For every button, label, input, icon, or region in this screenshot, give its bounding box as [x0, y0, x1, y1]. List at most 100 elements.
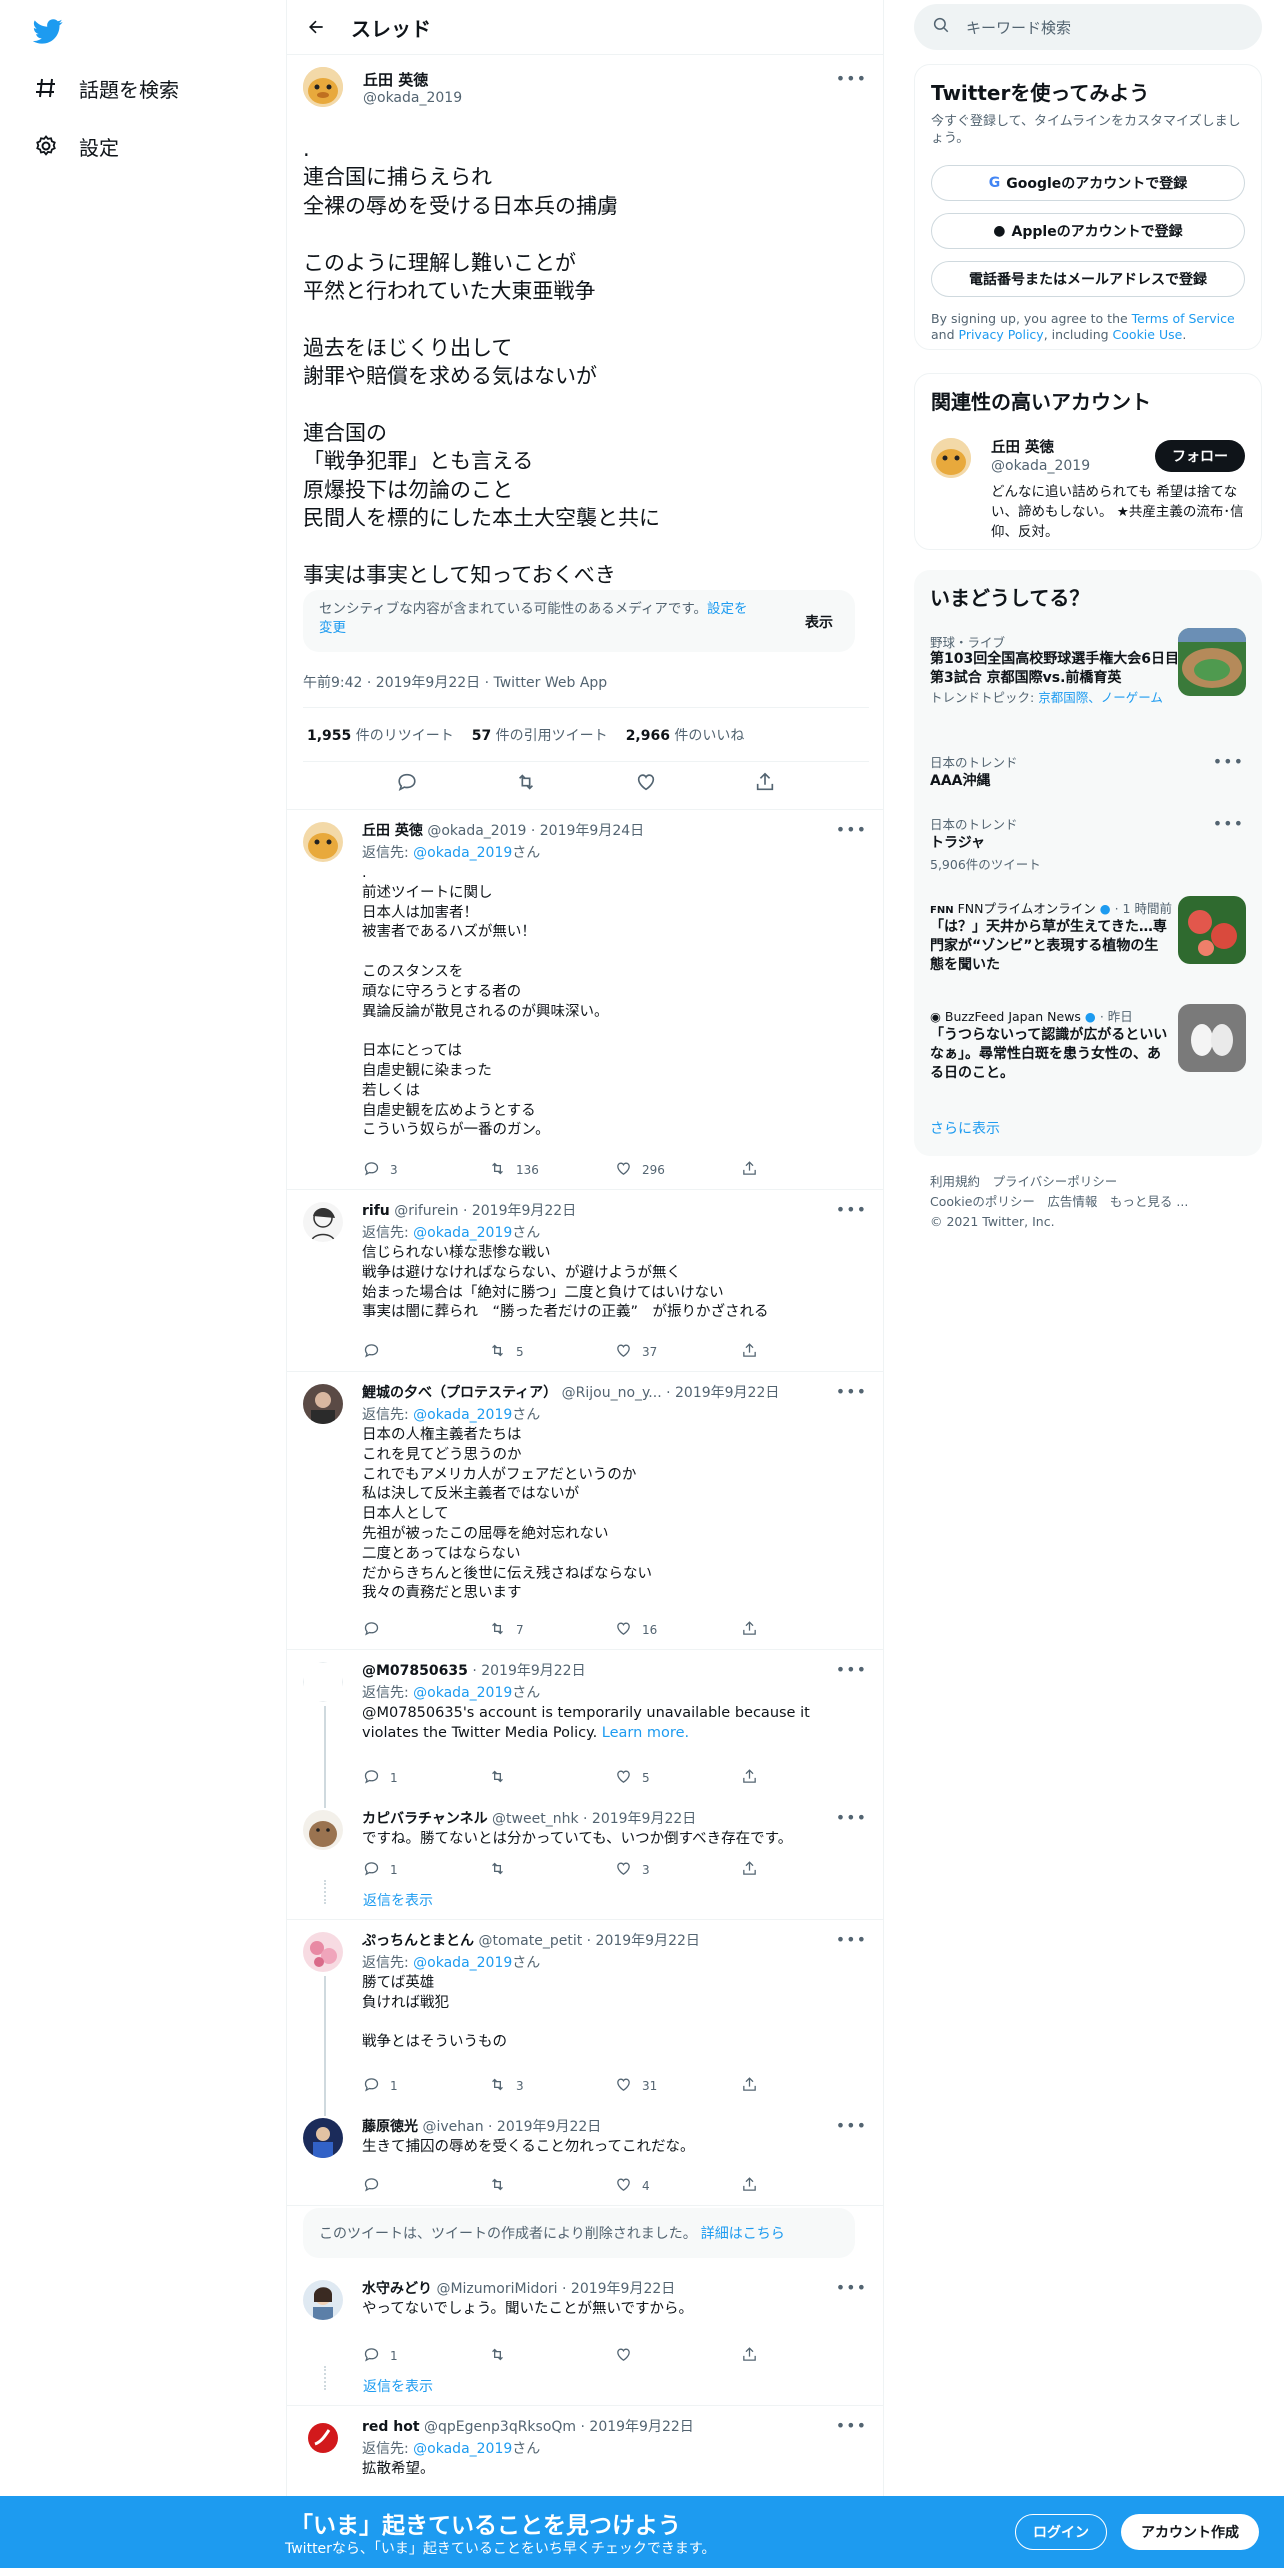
like-button[interactable]: 37	[615, 1342, 741, 1362]
share-button[interactable]	[741, 2076, 867, 2096]
more-options-icon[interactable]: •••	[836, 1808, 867, 1827]
apple-signup-button[interactable]: ● Appleのアカウントで登録	[931, 213, 1245, 249]
reply-author-name[interactable]: 丘田 英徳	[362, 823, 423, 839]
more-options-icon[interactable]: •••	[836, 2116, 867, 2135]
avatar[interactable]	[303, 1932, 343, 1972]
reply-tweet[interactable]: rifu @rifurein · 2019年9月22日 返信先: @okada_2…	[287, 1190, 883, 1372]
avatar[interactable]	[303, 1384, 343, 1424]
reply-tweet[interactable]: 丘田 英徳 @okada_2019 · 2019年9月24日 返信先: @okad…	[287, 810, 883, 1190]
retweet-button[interactable]: 7	[489, 1620, 615, 1640]
learn-more-link[interactable]: Learn more.	[602, 1725, 689, 1741]
more-options-icon[interactable]: •••	[836, 820, 867, 839]
retweet-button[interactable]	[489, 2346, 615, 2366]
reply-tweet[interactable]: 水守みどり @MizumoriMidori · 2019年9月22日 やってないで…	[287, 2268, 883, 2406]
reply-author-handle[interactable]: @tweet_nhk · 2019年9月22日	[492, 1811, 696, 1827]
retweet-button[interactable]: 5	[489, 1342, 615, 1362]
like-button[interactable]: 16	[615, 1620, 741, 1640]
login-button[interactable]: ログイン	[1015, 2514, 1107, 2550]
more-options-icon[interactable]: •••	[836, 69, 867, 88]
share-button[interactable]	[741, 1160, 867, 1180]
show-replies-link[interactable]: 返信を表示	[363, 2376, 433, 2396]
like-button[interactable]: 296	[615, 1160, 741, 1180]
trend-item[interactable]: 野球・ライブ 第103回全国高校野球選手権大会6日目 第3試合 京都国際vs.前…	[914, 628, 1262, 738]
reply-button[interactable]: 1	[363, 2346, 489, 2366]
back-arrow-icon[interactable]	[303, 14, 329, 40]
more-options-icon[interactable]: •••	[836, 1930, 867, 1949]
reply-tweet[interactable]: ぷっちんとまとん @tomate_petit · 2019年9月22日 返信先: …	[287, 1920, 883, 2106]
create-account-button[interactable]: アカウント作成	[1121, 2514, 1259, 2550]
tweet-meta[interactable]: 午前9:42 · 2019年9月22日 · Twitter Web App	[303, 672, 607, 692]
reply-tweet[interactable]: 鯉城の夕べ（プロテスティア） @Rijou_no_y... · 2019年9月2…	[287, 1372, 883, 1650]
author-name[interactable]: 丘田 英徳	[363, 69, 428, 90]
reply-button[interactable]	[363, 2176, 489, 2196]
reply-author-name[interactable]: ぷっちんとまとん	[362, 1933, 474, 1949]
reply-tweet[interactable]: @M07850635 · 2019年9月22日 返信先: @okada_2019さ…	[287, 1650, 883, 1798]
reply-author-handle[interactable]: @ivehan · 2019年9月22日	[422, 2119, 601, 2135]
reply-to-link[interactable]: @okada_2019	[413, 2441, 512, 2457]
avatar[interactable]	[303, 2118, 343, 2158]
retweet-button[interactable]: 3	[489, 2076, 615, 2096]
share-button[interactable]	[741, 2346, 867, 2366]
reply-icon[interactable]	[396, 771, 418, 797]
follow-button[interactable]: フォロー	[1155, 440, 1245, 472]
author-handle[interactable]: @okada_2019	[363, 90, 462, 106]
like-count[interactable]: 2,966 件のいいね	[626, 725, 745, 745]
avatar[interactable]	[303, 2280, 343, 2320]
reply-tweet[interactable]: カピバラチャンネル @tweet_nhk · 2019年9月22日 ですね。勝てな…	[287, 1798, 883, 1920]
trend-topic-link[interactable]: 京都国際、ノーゲーム	[1038, 690, 1163, 705]
show-replies-link[interactable]: 返信を表示	[363, 1890, 433, 1910]
reply-author-name[interactable]: 藤原徳光	[362, 2119, 418, 2135]
nav-settings[interactable]: 設定	[33, 126, 119, 166]
reply-author-name[interactable]: rifu	[362, 1203, 390, 1219]
related-name[interactable]: 丘田 英徳	[991, 436, 1054, 457]
trend-item[interactable]: 日本のトレンド AAA沖縄 •••	[914, 748, 1262, 800]
share-button[interactable]	[741, 1768, 867, 1788]
like-button[interactable]	[615, 2346, 741, 2366]
terms-link[interactable]: Terms of Service	[1132, 311, 1235, 326]
retweet-button[interactable]	[489, 2176, 615, 2196]
reply-author-handle[interactable]: @rifurein · 2019年9月22日	[394, 1203, 576, 1219]
google-signup-button[interactable]: G Googleのアカウントで登録	[931, 165, 1245, 201]
reply-author-handle[interactable]: @MizumoriMidori · 2019年9月22日	[436, 2281, 675, 2297]
reply-button[interactable]	[363, 1342, 489, 1362]
reply-author-name[interactable]: red hot	[362, 2419, 420, 2435]
avatar[interactable]	[303, 1202, 343, 1242]
avatar[interactable]	[931, 438, 971, 478]
reply-author-handle[interactable]: @okada_2019 · 2019年9月24日	[427, 823, 644, 839]
like-button[interactable]: 31	[615, 2076, 741, 2096]
avatar[interactable]	[303, 67, 343, 107]
reply-author-name[interactable]: 水守みどり	[362, 2281, 432, 2297]
retweet-icon[interactable]	[515, 771, 537, 797]
reply-author-name[interactable]: カピバラチャンネル	[362, 1811, 488, 1827]
show-media-button[interactable]: 表示	[805, 612, 833, 632]
reply-tweet[interactable]: 藤原徳光 @ivehan · 2019年9月22日 生きて捕囚の辱めを受くること勿…	[287, 2106, 883, 2206]
related-handle[interactable]: @okada_2019	[991, 458, 1090, 474]
reply-to-link[interactable]: @okada_2019	[413, 1955, 512, 1971]
trend-item[interactable]: 日本のトレンド トラジャ 5,906件のツイート •••	[914, 810, 1262, 880]
retweet-button[interactable]: 136	[489, 1160, 615, 1180]
news-item[interactable]: FNN FNNプライムオンライン ● · 1 時間前 「は？」天井から草が生えて…	[914, 896, 1262, 996]
search-input[interactable]: キーワード検索	[966, 17, 1071, 38]
avatar[interactable]	[303, 2418, 343, 2458]
more-options-icon[interactable]: •••	[836, 2278, 867, 2297]
show-more-link[interactable]: さらに表示	[930, 1118, 1000, 1138]
avatar[interactable]	[303, 822, 343, 862]
more-options-icon[interactable]: •••	[836, 1382, 867, 1401]
footer-line[interactable]: 利用規約 プライバシーポリシー	[930, 1172, 1188, 1192]
search-box[interactable]: キーワード検索	[914, 4, 1262, 50]
privacy-link[interactable]: Privacy Policy	[959, 327, 1044, 342]
like-icon[interactable]	[635, 771, 657, 797]
phone-signup-button[interactable]: 電話番号またはメールアドレスで登録	[931, 261, 1245, 297]
more-options-icon[interactable]: •••	[836, 1660, 867, 1679]
quote-count[interactable]: 57 件の引用ツイート	[472, 725, 608, 745]
reply-button[interactable]: 1	[363, 2076, 489, 2096]
reply-author-name[interactable]: 鯉城の夕べ（プロテスティア）	[362, 1385, 557, 1401]
like-button[interactable]: 4	[615, 2176, 741, 2196]
reply-button[interactable]: 3	[363, 1160, 489, 1180]
reply-author-handle[interactable]: @tomate_petit · 2019年9月22日	[478, 1933, 699, 1949]
footer-line[interactable]: Cookieのポリシー 広告情報 もっと見る ...	[930, 1192, 1188, 1212]
share-button[interactable]	[741, 1342, 867, 1362]
share-button[interactable]	[741, 1860, 867, 1880]
more-options-icon[interactable]: •••	[1213, 752, 1244, 771]
reply-to-link[interactable]: @okada_2019	[413, 1225, 512, 1241]
